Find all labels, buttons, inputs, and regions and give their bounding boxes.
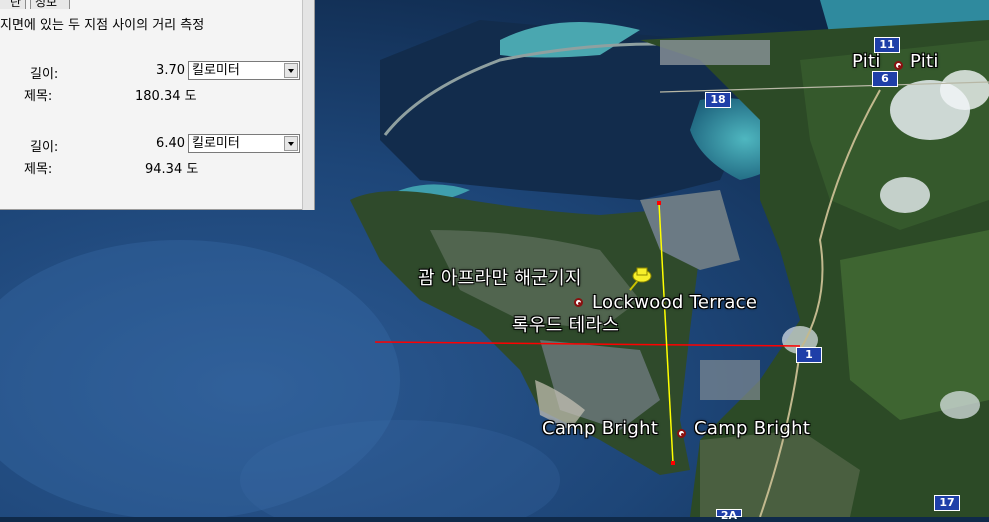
lockwood-pin-icon[interactable] <box>574 298 583 307</box>
tab-info[interactable]: 정보 <box>30 0 70 9</box>
route-shield-1: 1 <box>796 347 822 363</box>
heading-label: 제목: <box>24 162 53 177</box>
length-value: 3.70 <box>156 63 185 78</box>
panel-scrollbar[interactable] <box>302 0 314 210</box>
route-shield-11: 11 <box>874 37 900 53</box>
piti-pin-icon[interactable] <box>894 61 903 70</box>
camp-bright-label-left: Camp Bright <box>542 418 659 439</box>
camp-bright-pin-icon[interactable] <box>677 429 686 438</box>
length-label: 길이: <box>30 67 59 82</box>
tab-line[interactable]: 란 <box>0 0 26 9</box>
unit-select[interactable]: 킬로미터 <box>188 61 300 80</box>
length-label: 길이: <box>30 140 59 155</box>
length-value: 6.40 <box>156 136 185 151</box>
unit-select[interactable]: 킬로미터 <box>188 134 300 153</box>
lockwood-label-ko: 록우드 테라스 <box>512 315 620 336</box>
chevron-down-icon[interactable] <box>284 136 298 151</box>
route-shield-6: 6 <box>872 71 898 87</box>
chevron-down-icon[interactable] <box>284 63 298 78</box>
piti-label-left: Piti <box>852 51 881 72</box>
panel-description: 지면에 있는 두 지점 사이의 거리 측정 <box>0 18 205 33</box>
piti-label-right: Piti <box>910 51 939 72</box>
route-shield-2a: 2A <box>716 509 742 522</box>
unit-select-value: 킬로미터 <box>192 63 240 78</box>
camp-bright-label-right: Camp Bright <box>694 418 811 439</box>
route-shield-17: 17 <box>934 495 960 511</box>
heading-value: 94.34 도 <box>145 162 199 177</box>
unit-select-value: 킬로미터 <box>192 136 240 151</box>
heading-value: 180.34 도 <box>135 89 197 104</box>
heading-label: 제목: <box>24 89 53 104</box>
base-label: 괌 아프라만 해군기지 <box>418 268 582 289</box>
measure-panel: 란 정보 지면에 있는 두 지점 사이의 거리 측정 길이: 3.70 킬로미터… <box>0 0 315 210</box>
panel-tabs: 란 정보 <box>0 0 314 10</box>
route-shield-18: 18 <box>705 92 731 108</box>
lockwood-label-en: Lockwood Terrace <box>592 292 758 313</box>
